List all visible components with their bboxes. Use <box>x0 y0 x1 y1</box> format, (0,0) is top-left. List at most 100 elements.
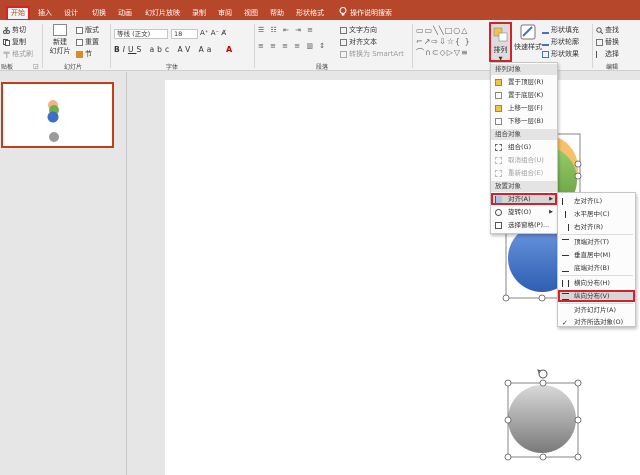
tab-home[interactable]: 开始 <box>6 6 30 21</box>
rotate-handle-icon[interactable] <box>537 369 548 379</box>
slides-group-label: 幻灯片 <box>64 64 83 71</box>
tab-help[interactable]: 帮助 <box>270 7 284 20</box>
tab-shape-format[interactable]: 形状格式 <box>296 7 324 20</box>
list-buttons[interactable]: ☰ ☷ ⇤ ⇥ ≡ <box>258 26 315 35</box>
align-middle-item[interactable]: 垂直居中(M) <box>558 249 635 261</box>
cut-button[interactable]: 剪切 <box>3 26 26 35</box>
gray-circle[interactable] <box>508 385 576 453</box>
find-button[interactable]: 查找 <box>596 26 619 35</box>
distribute-v-icon <box>562 293 569 300</box>
quick-styles-icon <box>520 24 536 40</box>
pen-icon <box>542 39 549 46</box>
text-direction-icon <box>340 26 347 34</box>
regroup-icon <box>495 170 502 177</box>
shape-outline-button[interactable]: 形状轮廓 <box>542 38 579 47</box>
text-direction-button[interactable]: 文字方向 <box>340 26 377 35</box>
font-style-buttons[interactable]: BIUS abc AV Aa <box>114 45 214 54</box>
separator <box>42 24 43 68</box>
align-center-item[interactable]: 水平居中(C) <box>558 208 635 220</box>
smartart-button[interactable]: 转换为 SmartArt <box>340 50 404 59</box>
editing-group-label: 编辑 <box>606 64 619 71</box>
regroup-label: 重新组合(E) <box>508 169 544 177</box>
distribute-v-label: 纵向分布(V) <box>574 292 610 300</box>
align-left-label: 左对齐(L) <box>574 197 603 205</box>
shape-fill-label: 形状填充 <box>551 26 579 34</box>
section-icon <box>76 50 83 58</box>
align-right-icon <box>562 224 569 231</box>
bring-forward-label: 上移一层(F) <box>508 104 543 112</box>
tab-design[interactable]: 设计 <box>64 7 78 20</box>
shape-outline-label: 形状轮廓 <box>551 38 579 46</box>
section-button[interactable]: 节 <box>76 50 92 59</box>
selection-pane-label: 选择窗格(P)... <box>508 221 550 229</box>
ribbon-tab-bar: 开始 插入 设计 切换 动画 幻灯片放映 录制 审阅 视图 帮助 形状格式 操作… <box>0 0 640 21</box>
thumbnail-preview <box>47 100 59 142</box>
align-bottom-item[interactable]: 底端对齐(B) <box>558 262 635 274</box>
align-buttons[interactable]: ≡ ≡ ≡ ≡ ▥ ↕ <box>258 42 327 51</box>
align-to-slide-label: 对齐幻灯片(A) <box>574 306 617 314</box>
tab-animations[interactable]: 动画 <box>118 7 132 20</box>
tab-record[interactable]: 录制 <box>192 7 206 20</box>
search-icon <box>596 26 604 34</box>
copy-button[interactable]: 复制 <box>3 38 26 47</box>
scissors-icon <box>3 26 10 34</box>
section-label: 节 <box>85 50 92 58</box>
bring-to-front-item[interactable]: 置于顶层(R) <box>491 76 557 88</box>
layout-button[interactable]: 版式 <box>76 26 99 35</box>
align-to-slide-item[interactable]: 对齐幻灯片(A) <box>558 304 635 316</box>
tab-view[interactable]: 视图 <box>244 7 258 20</box>
align-top-item[interactable]: 顶端对齐(T) <box>558 236 635 248</box>
shape-effects-button[interactable]: 形状效果 <box>542 50 579 59</box>
select-button[interactable]: 选择 <box>596 50 619 59</box>
quick-styles-button[interactable]: 快速样式 <box>514 24 542 60</box>
smartart-icon <box>340 50 347 58</box>
regroup-item[interactable]: 重新组合(E) <box>491 167 557 179</box>
rotate-item[interactable]: 旋转(O) ▶ <box>491 206 557 218</box>
align-text-button[interactable]: 对齐文本 <box>340 38 377 47</box>
align-middle-label: 垂直居中(M) <box>574 251 611 259</box>
group-label: 组合(G) <box>508 143 532 151</box>
layout-label: 版式 <box>85 26 99 34</box>
ungroup-label: 取消组合(U) <box>508 156 544 164</box>
shape-fill-button[interactable]: 形状填充 <box>542 26 579 35</box>
distribute-h-label: 横向分布(H) <box>574 279 610 287</box>
tab-review[interactable]: 审阅 <box>218 7 232 20</box>
format-painter-button[interactable]: 格式刷 <box>3 50 33 59</box>
shapes-gallery[interactable]: ▭▭╲╲□○△ ⌐↗⇨⇩☆{ } ⌒∩⊂◇▷▽≡ <box>416 25 486 59</box>
distribute-vertically-item[interactable]: 纵向分布(V) <box>558 290 635 302</box>
group-item[interactable]: 组合(G) <box>491 141 557 153</box>
distribute-horizontally-item[interactable]: 横向分布(H) <box>558 277 635 289</box>
bring-forward-item[interactable]: 上移一层(F) <box>491 102 557 114</box>
slide-thumbnail-1[interactable] <box>1 82 114 148</box>
send-backward-item[interactable]: 下移一层(B) <box>491 115 557 127</box>
reset-button[interactable]: 重置 <box>76 38 99 47</box>
layout-icon <box>76 26 83 34</box>
font-name-combo[interactable]: 等线 (正文) <box>114 29 168 39</box>
menu-separator <box>560 234 633 235</box>
align-left-item[interactable]: 左对齐(L) <box>558 195 635 207</box>
clipboard-launcher-icon[interactable]: ◲ <box>33 62 39 71</box>
new-slide-button[interactable]: 新建 幻灯片 <box>48 24 72 60</box>
grow-shrink-font-buttons[interactable]: A⁺ A⁻ A̸ <box>200 29 226 38</box>
tell-me-search[interactable]: 操作说明搜索 <box>350 7 392 20</box>
send-to-back-item[interactable]: 置于底层(K) <box>491 89 557 101</box>
replace-button[interactable]: 替换 <box>596 38 619 47</box>
align-right-item[interactable]: 右对齐(R) <box>558 221 635 233</box>
lightbulb-icon <box>339 7 347 20</box>
font-size-combo[interactable]: 18 <box>171 29 198 39</box>
rotate-label: 旋转(O) <box>508 208 532 216</box>
submenu-arrow-icon: ▶ <box>549 209 553 215</box>
tab-slideshow[interactable]: 幻灯片放映 <box>145 7 180 20</box>
tab-transitions[interactable]: 切换 <box>92 7 106 20</box>
ungroup-item[interactable]: 取消组合(U) <box>491 154 557 166</box>
arrange-button[interactable]: 排列 ▼ <box>489 22 512 62</box>
align-selected-objects-item[interactable]: ✓ 对齐所选对象(O) <box>558 316 635 328</box>
bring-forward-icon <box>495 105 502 112</box>
tab-insert[interactable]: 插入 <box>38 7 52 20</box>
powerpoint-window: 开始 插入 设计 切换 动画 幻灯片放映 录制 审阅 视图 帮助 形状格式 操作… <box>0 0 640 475</box>
font-color-button[interactable]: A <box>226 45 232 54</box>
send-back-icon <box>495 92 502 99</box>
align-item[interactable]: 对齐(A) ▶ <box>491 193 557 205</box>
selection-pane-item[interactable]: 选择窗格(P)... <box>491 219 557 231</box>
text-direction-label: 文字方向 <box>349 26 377 34</box>
